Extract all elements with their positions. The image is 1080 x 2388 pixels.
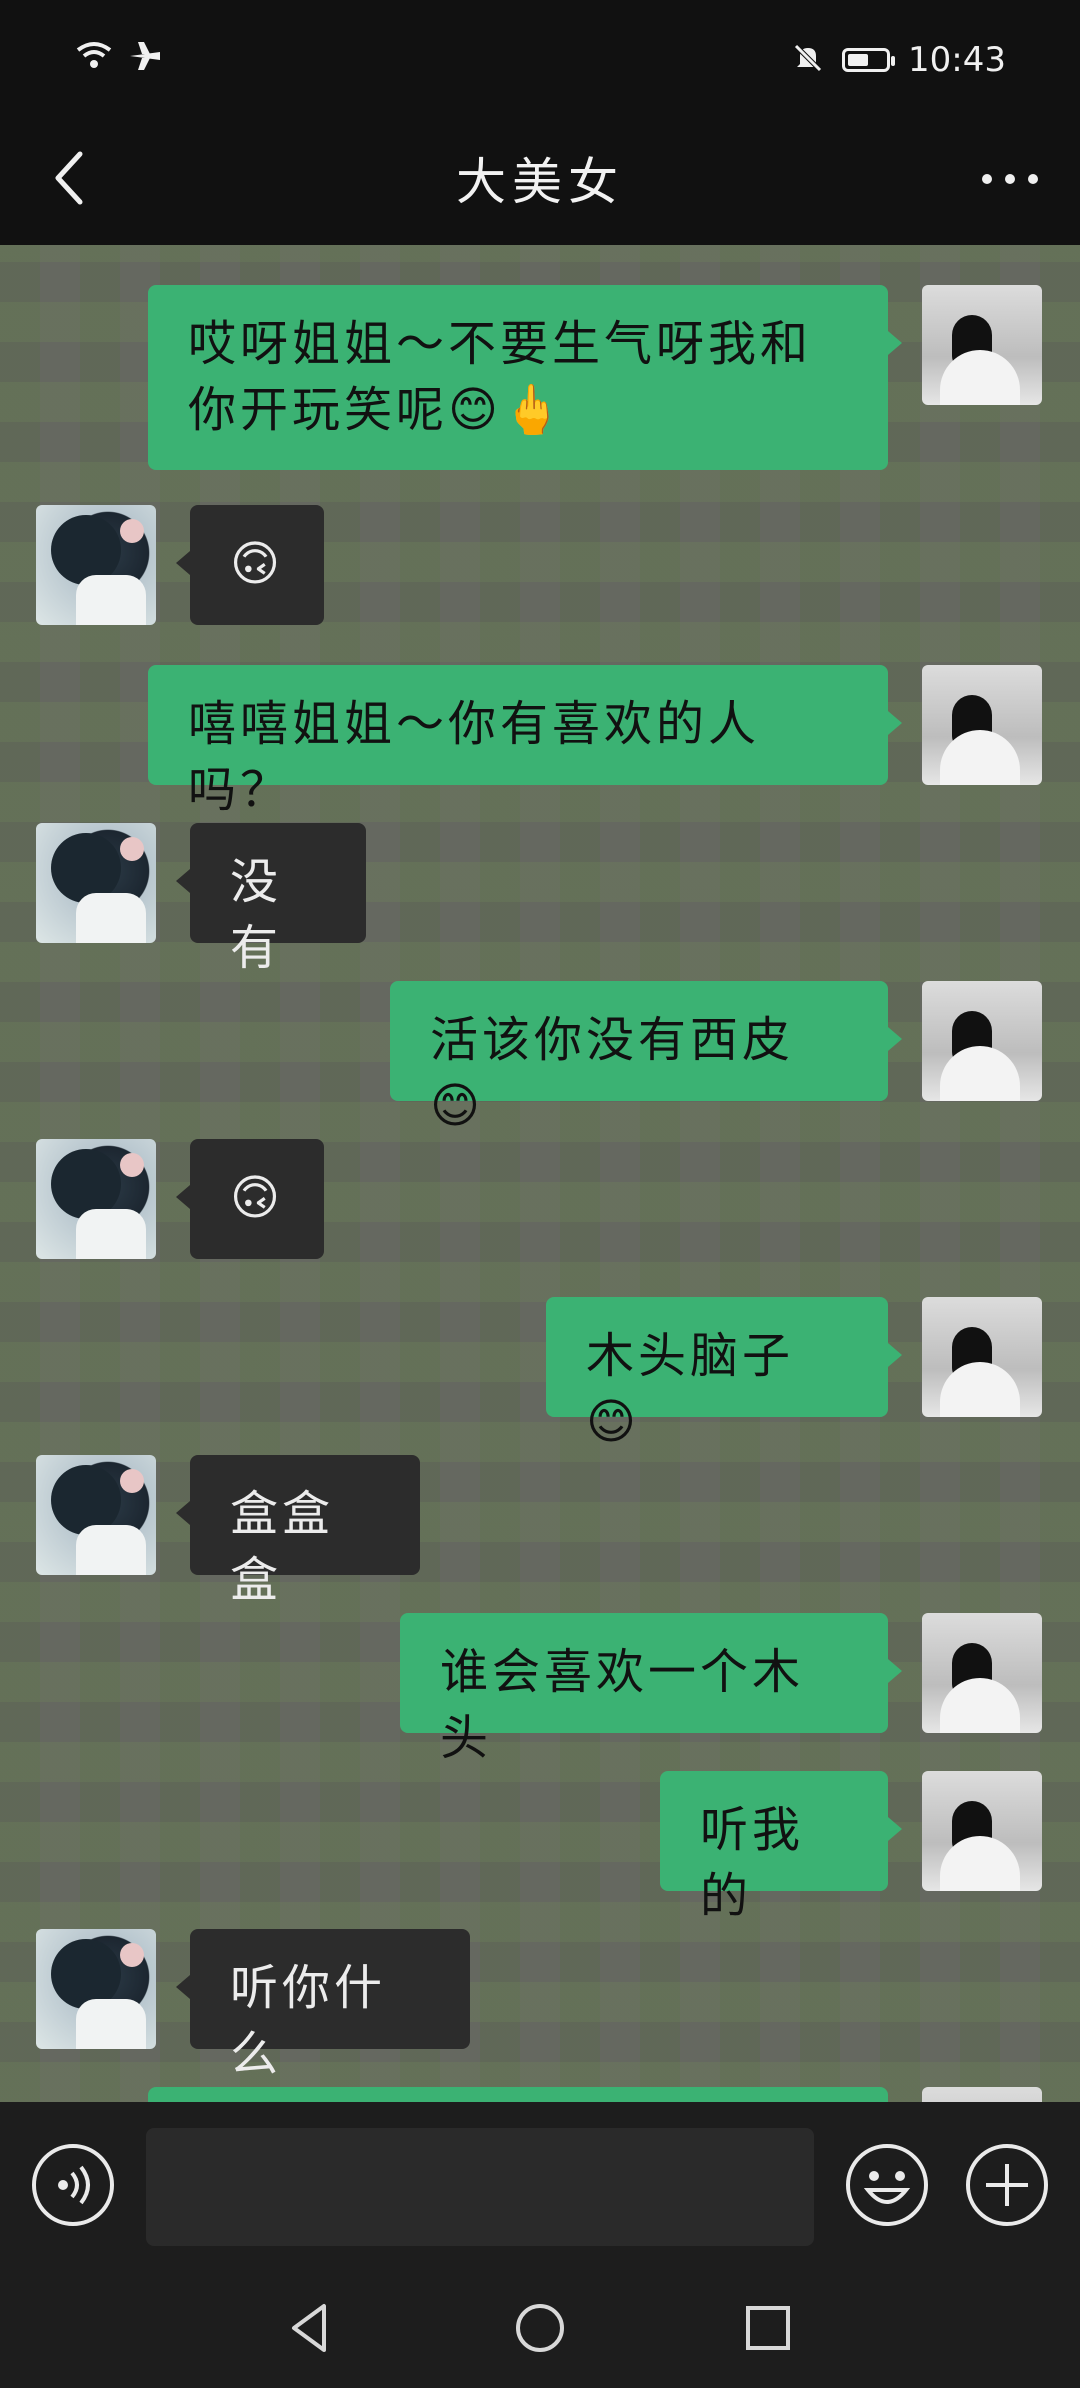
message-bubble-other[interactable]: 🙃: [176, 505, 324, 625]
partial-message-bottom: [0, 2087, 1080, 2102]
chat-title: 大美女: [456, 153, 624, 211]
avatar-me[interactable]: [922, 665, 1042, 785]
message-row: 听你什么: [0, 1929, 1080, 2082]
plus-icon: [964, 2144, 1050, 2232]
message-bubble-me[interactable]: 嘻嘻姐姐～你有喜欢的人吗？: [148, 665, 902, 818]
message-row: 盒盒盒: [0, 1455, 1080, 1608]
message-row: 哎呀姐姐～不要生气呀我和你开玩笑呢😊🖕: [0, 285, 1080, 470]
message-bubble-me[interactable]: [148, 2087, 888, 2102]
message-bubble-other[interactable]: 盒盒盒: [176, 1455, 420, 1608]
bell-mute-icon: [792, 42, 824, 78]
message-bubble-me[interactable]: 木头脑子😊: [546, 1297, 902, 1450]
message-input[interactable]: [146, 2128, 814, 2246]
avatar-me[interactable]: [922, 981, 1042, 1101]
battery-fill: [848, 54, 869, 66]
avatar-other[interactable]: [36, 1139, 156, 1259]
message-row: 🙃: [0, 1139, 1080, 1259]
avatar-me[interactable]: [922, 285, 1042, 405]
nav-recent-button[interactable]: [736, 2296, 800, 2360]
message-bubble-other[interactable]: 听你什么: [176, 1929, 470, 2082]
message-row: 活该你没有西皮😊: [0, 981, 1080, 1134]
battery-icon: [842, 48, 896, 72]
chat-area[interactable]: 哎呀姐姐～不要生气呀我和你开玩笑呢😊🖕 🙃 嘻嘻姐姐～你有喜欢的人吗？ 没有 活…: [0, 245, 1080, 2102]
triangle-back-icon: [280, 2304, 344, 2364]
avatar-other[interactable]: [36, 505, 156, 625]
message-bubble-me[interactable]: 哎呀姐姐～不要生气呀我和你开玩笑呢😊🖕: [148, 285, 902, 470]
plus-button[interactable]: [964, 2142, 1050, 2228]
status-left: [74, 40, 162, 76]
emoji-icon: [844, 2144, 930, 2232]
avatar-other[interactable]: [36, 823, 156, 943]
status-right: 10:43: [792, 40, 1006, 80]
message-row: 木头脑子😊: [0, 1297, 1080, 1450]
nav-back-button[interactable]: [280, 2296, 344, 2360]
message-bubble-other[interactable]: 🙃: [176, 1139, 324, 1259]
message-bubble-me[interactable]: 听我的: [660, 1771, 902, 1924]
status-bar: 10:43: [0, 0, 1080, 120]
emoji-button[interactable]: [844, 2142, 930, 2228]
message-bubble-other[interactable]: 没有: [176, 823, 366, 976]
message-row: 没有: [0, 823, 1080, 976]
input-bar: [0, 2102, 1080, 2268]
avatar-me[interactable]: [922, 1771, 1042, 1891]
avatar-me[interactable]: [922, 2087, 1042, 2102]
system-nav-bar: [0, 2268, 1080, 2388]
chat-header: 大美女: [0, 120, 1080, 245]
avatar-me[interactable]: [922, 1613, 1042, 1733]
wifi-icon: [74, 40, 114, 76]
square-recent-icon: [736, 2306, 800, 2364]
avatar-me[interactable]: [922, 1297, 1042, 1417]
voice-icon: [30, 2144, 116, 2232]
message-bubble-me[interactable]: 谁会喜欢一个木头: [400, 1613, 902, 1766]
airplane-icon: [128, 40, 162, 76]
avatar-other[interactable]: [36, 1455, 156, 1575]
more-icon: [980, 171, 1040, 190]
message-row: 听我的: [0, 1771, 1080, 1924]
nav-home-button[interactable]: [508, 2296, 572, 2360]
more-button[interactable]: [970, 140, 1050, 220]
message-row: 嘻嘻姐姐～你有喜欢的人吗？: [0, 665, 1080, 818]
message-row: 🙃: [0, 505, 1080, 625]
avatar-other[interactable]: [36, 1929, 156, 2049]
message-bubble-me[interactable]: 活该你没有西皮😊: [390, 981, 902, 1134]
voice-button[interactable]: [30, 2142, 116, 2228]
status-time: 10:43: [908, 40, 1006, 80]
message-row: 谁会喜欢一个木头: [0, 1613, 1080, 1766]
circle-home-icon: [508, 2304, 572, 2364]
